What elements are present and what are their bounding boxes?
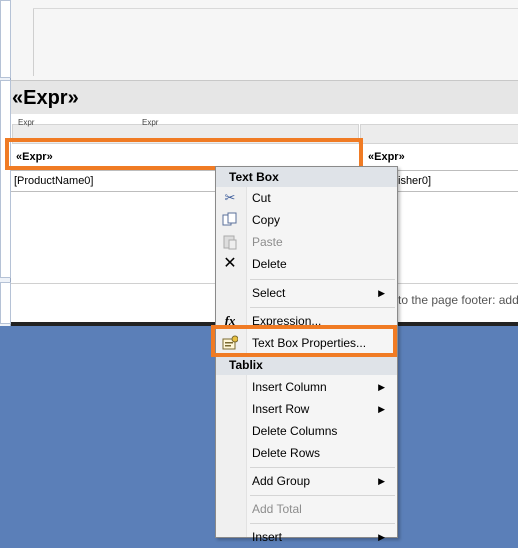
- menu-separator: [250, 467, 395, 468]
- submenu-arrow-icon: ▶: [378, 476, 385, 486]
- menu-section-tablix: Tablix: [216, 355, 397, 375]
- scissors-icon: ✂: [224, 190, 236, 205]
- tablix-data-cell[interactable]: [ProductName0]: [14, 175, 93, 187]
- tablix-header-cell[interactable]: «Expr»: [368, 151, 405, 163]
- menu-item-delete-rows[interactable]: Delete Rows: [216, 442, 397, 464]
- menu-separator: [250, 495, 395, 496]
- tablix-data-cell[interactable]: isher0]: [398, 175, 431, 187]
- page-header-area[interactable]: [11, 0, 518, 80]
- menu-item-insert[interactable]: Insert ▶: [216, 526, 397, 548]
- menu-item-select[interactable]: Select ▶: [216, 282, 397, 304]
- menu-item-cut[interactable]: ✂ Cut: [216, 187, 397, 209]
- page-header-handle: [0, 0, 11, 78]
- menu-separator: [250, 523, 395, 524]
- footer-hint-text: to the page footer: add: [398, 293, 518, 307]
- menu-separator: [250, 279, 395, 280]
- delete-x-icon: ✕: [223, 255, 237, 272]
- submenu-arrow-icon: ▶: [378, 532, 385, 542]
- column-header: Expr: [142, 118, 159, 127]
- submenu-arrow-icon: ▶: [378, 288, 385, 298]
- submenu-arrow-icon: ▶: [378, 382, 385, 392]
- body-handle: [0, 80, 11, 278]
- menu-item-add-group[interactable]: Add Group ▶: [216, 470, 397, 492]
- copy-icon: [222, 212, 238, 228]
- menu-item-add-total[interactable]: Add Total: [216, 498, 397, 520]
- submenu-arrow-icon: ▶: [378, 404, 385, 414]
- menu-section-textbox: Text Box: [216, 167, 397, 187]
- tablix-column-handle[interactable]: [360, 124, 518, 144]
- column-header: Expr: [18, 118, 35, 127]
- paste-icon: [222, 234, 238, 250]
- highlight-box-properties: [211, 325, 397, 357]
- footer-handle: [0, 282, 11, 324]
- menu-item-delete[interactable]: ✕ Delete: [216, 253, 397, 275]
- report-title-textbox[interactable]: «Expr»: [11, 80, 518, 115]
- menu-item-insert-column[interactable]: Insert Column ▶: [216, 376, 397, 398]
- menu-item-insert-row[interactable]: Insert Row ▶: [216, 398, 397, 420]
- menu-item-paste[interactable]: Paste: [216, 231, 397, 253]
- menu-item-delete-columns[interactable]: Delete Columns: [216, 420, 397, 442]
- menu-item-copy[interactable]: Copy: [216, 209, 397, 231]
- menu-separator: [250, 307, 395, 308]
